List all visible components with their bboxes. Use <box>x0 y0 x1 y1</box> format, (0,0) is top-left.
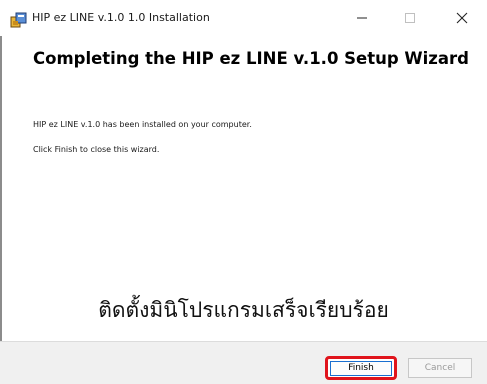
finish-button-label: Finish <box>348 363 374 373</box>
cancel-button: Cancel <box>408 358 472 378</box>
title-bar[interactable]: HIP ez LINE v.1.0 1.0 Installation <box>0 0 487 36</box>
minimize-button[interactable] <box>340 0 384 36</box>
maximize-button <box>388 0 432 36</box>
close-button[interactable] <box>440 0 484 36</box>
finish-button[interactable]: Finish <box>325 356 397 380</box>
window-title: HIP ez LINE v.1.0 1.0 Installation <box>32 11 210 24</box>
wizard-heading: Completing the HIP ez LINE v.1.0 Setup W… <box>33 49 469 68</box>
installed-message: HIP ez LINE v.1.0 has been installed on … <box>33 120 252 129</box>
cancel-button-label: Cancel <box>424 363 456 373</box>
overlay-caption: ติดตั้งมินิโปรแกรมเสร็จเรียบร้อย <box>98 298 389 322</box>
close-icon <box>456 9 468 28</box>
instruction-text: Click Finish to close this wizard. <box>33 145 160 154</box>
button-bar: Finish Cancel <box>0 341 487 384</box>
finish-button-face[interactable]: Finish <box>330 360 392 376</box>
maximize-icon <box>404 9 416 28</box>
installer-icon <box>10 11 28 29</box>
minimize-icon <box>356 9 368 28</box>
